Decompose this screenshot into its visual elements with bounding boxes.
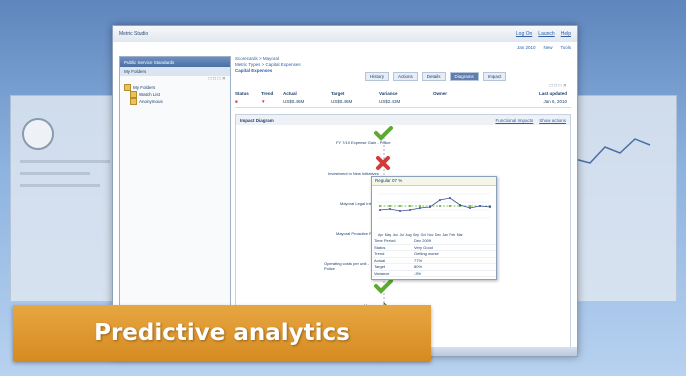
field-value: -3% (414, 270, 422, 276)
popup-trend-chart (378, 193, 491, 219)
actual-line-point (449, 197, 451, 199)
tree-item-my-folders[interactable]: My Folders (120, 84, 230, 91)
period-link[interactable]: Jan 2010 (517, 45, 536, 50)
last-updated-cell: Jan 6, 2010 (543, 99, 567, 104)
target-line-point (419, 205, 421, 207)
sidebar-section[interactable]: My Folders (120, 67, 230, 76)
actual-line-point (409, 209, 411, 211)
actual-line-point (459, 204, 461, 206)
target-cell: US$0.46M (331, 99, 353, 104)
actual-line-point (489, 206, 491, 208)
variance-cell: US$2.43M (379, 99, 401, 104)
status-bad-icon (376, 156, 390, 170)
status-bad-icon: ■ (235, 99, 238, 104)
show-actions-checkbox[interactable]: Show actions (539, 118, 566, 123)
tree-item-watch-list[interactable]: Watch List (120, 91, 230, 98)
popup-title: Regular 07 % (372, 177, 496, 186)
col-variance: Variance (379, 91, 398, 96)
actual-line-point (469, 207, 471, 209)
metric-grid-header: Status Trend Actual Target Variance Owne… (235, 91, 571, 99)
field-key: Time Period (374, 238, 396, 243)
target-line-point (389, 205, 391, 207)
field-value: 80% (414, 264, 423, 269)
caption-banner: Predictive analytics (13, 305, 431, 361)
background-line (20, 172, 90, 175)
table-row[interactable]: ■ ▼ US$0.46M US$0.46M US$2.43M Jan 6, 20… (235, 99, 571, 108)
functional-impacts-dropdown[interactable]: Functional Impacts (495, 118, 533, 123)
target-line-point (449, 205, 451, 207)
actual-line-point (419, 207, 421, 209)
tools-link[interactable]: Tools (560, 45, 571, 50)
caption-text: Predictive analytics (94, 320, 350, 346)
node-label[interactable]: FY 7/10 Expense Gain - Police (336, 140, 391, 145)
title-bar: Metric Studio Log On Launch Help (113, 26, 577, 42)
sidebar-toolbar: □ □ □ ✕ (208, 76, 226, 82)
actual-line-point (389, 208, 391, 210)
target-line-point (399, 205, 401, 207)
impact-diagram-title: Impact Diagram (240, 117, 274, 123)
field-value: Very Good (414, 244, 433, 250)
tab-impact[interactable]: Impact (482, 72, 507, 81)
help-link[interactable]: Help (561, 31, 571, 37)
actual-line-point (399, 210, 401, 212)
tree-item-label: Anonymous (139, 99, 163, 104)
new-link[interactable]: New (543, 45, 552, 50)
tab-actions[interactable]: Actions (393, 72, 418, 81)
status-cell: ■ (235, 99, 261, 107)
tree-item-anonymous[interactable]: Anonymous (120, 98, 230, 105)
list-icon (130, 91, 137, 98)
col-status: Status (235, 91, 249, 96)
field-key: Variance (374, 270, 390, 276)
tree-item-label: My Folders (133, 85, 156, 90)
field-key: Trend (374, 251, 385, 256)
metric-tabs: History Actions Details Diagrams Impact (365, 72, 507, 81)
field-key: Actual (374, 257, 386, 263)
popup-field: Variance -3% (372, 270, 496, 277)
col-target: Target (331, 91, 345, 96)
col-actual: Actual (283, 91, 297, 96)
trend-down-icon: ▼ (261, 99, 266, 104)
metric-tooltip-popup: Regular 07 % Apr May Jun Jul Aug Sep Oct… (371, 176, 497, 280)
top-nav: Jan 2010 New Tools (113, 42, 577, 52)
col-owner: Owner (433, 91, 448, 96)
check-good-icon (374, 126, 393, 141)
target-line-point (379, 205, 381, 207)
target-line-point (409, 205, 411, 207)
folder-icon (124, 84, 131, 91)
sidebar-header: Public Service Standards (120, 57, 230, 67)
actual-cell: US$0.46M (283, 99, 305, 104)
col-last-updated: Last updated (538, 91, 567, 96)
actual-line-point (479, 205, 481, 207)
field-value: 77% (414, 257, 423, 263)
field-value: Getting worse (414, 251, 439, 256)
background-line (20, 184, 100, 187)
field-key: Target (374, 264, 386, 269)
content-toolbar: □ □ □ ✕ (549, 83, 567, 89)
actual-line-point (429, 206, 431, 208)
tree-item-label: Watch List (139, 92, 160, 97)
tab-history[interactable]: History (365, 72, 390, 81)
seal-icon (22, 118, 54, 150)
actual-line-point (439, 199, 441, 201)
background-line (20, 160, 110, 163)
logon-link[interactable]: Log On (516, 31, 532, 37)
target-line-point (469, 205, 471, 207)
app-title: Metric Studio (119, 31, 149, 37)
field-key: Status (374, 244, 386, 250)
field-value: Dec 2009 (414, 238, 432, 243)
impact-diagram-header: Impact Diagram Functional Impacts Show a… (236, 115, 570, 125)
tab-diagrams[interactable]: Diagrams (449, 72, 479, 81)
owner-cell (433, 99, 493, 107)
actual-line-point (379, 209, 381, 211)
col-trend: Trend (261, 91, 274, 96)
target-line-point (439, 205, 441, 207)
actual-line (379, 197, 491, 212)
launch-link[interactable]: Launch (538, 31, 554, 37)
tab-details[interactable]: Details (421, 72, 446, 81)
folder-icon (130, 98, 137, 105)
trend-cell: ▼ (261, 99, 283, 107)
